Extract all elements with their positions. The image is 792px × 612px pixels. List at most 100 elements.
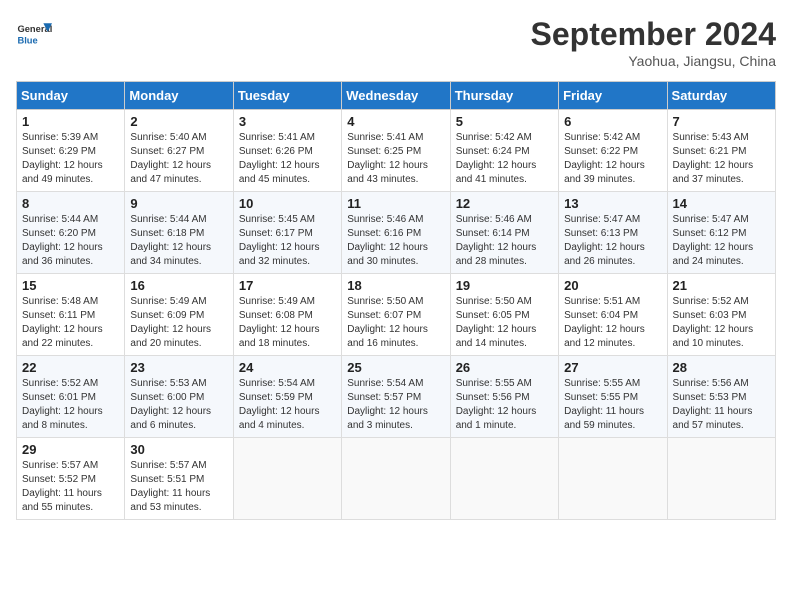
day-number: 2 bbox=[130, 114, 227, 129]
day-number: 28 bbox=[673, 360, 770, 375]
day-info: Sunrise: 5:41 AMSunset: 6:25 PMDaylight:… bbox=[347, 131, 444, 187]
day-number: 14 bbox=[673, 196, 770, 211]
day-number: 16 bbox=[130, 278, 227, 293]
location: Yaohua, Jiangsu, China bbox=[531, 53, 776, 69]
day-number: 23 bbox=[130, 360, 227, 375]
calendar-cell: 10 Sunrise: 5:45 AMSunset: 6:17 PMDayligh… bbox=[233, 192, 341, 274]
day-info: Sunrise: 5:52 AMSunset: 6:01 PMDaylight:… bbox=[22, 377, 119, 433]
col-friday: Friday bbox=[559, 82, 667, 110]
day-info: Sunrise: 5:52 AMSunset: 6:03 PMDaylight:… bbox=[673, 295, 770, 351]
day-number: 18 bbox=[347, 278, 444, 293]
day-info: Sunrise: 5:48 AMSunset: 6:11 PMDaylight:… bbox=[22, 295, 119, 351]
day-info: Sunrise: 5:55 AMSunset: 5:56 PMDaylight:… bbox=[456, 377, 553, 433]
title-block: September 2024 Yaohua, Jiangsu, China bbox=[531, 16, 776, 69]
day-info: Sunrise: 5:53 AMSunset: 6:00 PMDaylight:… bbox=[130, 377, 227, 433]
day-info: Sunrise: 5:49 AMSunset: 6:08 PMDaylight:… bbox=[239, 295, 336, 351]
day-info: Sunrise: 5:41 AMSunset: 6:26 PMDaylight:… bbox=[239, 131, 336, 187]
calendar-cell: 24Sunrise: 5:54 AMSunset: 5:59 PMDayligh… bbox=[233, 356, 341, 438]
day-info: Sunrise: 5:54 AMSunset: 5:59 PMDaylight:… bbox=[239, 377, 336, 433]
day-number: 21 bbox=[673, 278, 770, 293]
calendar-cell: 29 Sunrise: 5:57 AMSunset: 5:52 PMDayligh… bbox=[17, 438, 125, 520]
calendar-cell bbox=[450, 438, 558, 520]
day-info: Sunrise: 5:55 AMSunset: 5:55 PMDaylight:… bbox=[564, 377, 661, 433]
day-info: Sunrise: 5:57 AMSunset: 5:52 PMDaylight:… bbox=[22, 459, 119, 515]
day-number: 17 bbox=[239, 278, 336, 293]
calendar-cell: 15 Sunrise: 5:48 AMSunset: 6:11 PMDayligh… bbox=[17, 274, 125, 356]
col-thursday: Thursday bbox=[450, 82, 558, 110]
day-number: 20 bbox=[564, 278, 661, 293]
calendar-cell: 3 Sunrise: 5:41 AMSunset: 6:26 PMDaylight… bbox=[233, 110, 341, 192]
day-info: Sunrise: 5:50 AMSunset: 6:05 PMDaylight:… bbox=[456, 295, 553, 351]
calendar-cell: 30 Sunrise: 5:57 AMSunset: 5:51 PMDayligh… bbox=[125, 438, 233, 520]
day-number: 10 bbox=[239, 196, 336, 211]
day-number: 15 bbox=[22, 278, 119, 293]
day-number: 9 bbox=[130, 196, 227, 211]
calendar-cell bbox=[342, 438, 450, 520]
day-info: Sunrise: 5:39 AMSunset: 6:29 PMDaylight:… bbox=[22, 131, 119, 187]
calendar-table: Sunday Monday Tuesday Wednesday Thursday… bbox=[16, 81, 776, 520]
month-title: September 2024 bbox=[531, 16, 776, 53]
page-header: General Blue September 2024 Yaohua, Jian… bbox=[16, 16, 776, 69]
day-info: Sunrise: 5:46 AMSunset: 6:14 PMDaylight:… bbox=[456, 213, 553, 269]
day-info: Sunrise: 5:57 AMSunset: 5:51 PMDaylight:… bbox=[130, 459, 227, 515]
calendar-cell: 19 Sunrise: 5:50 AMSunset: 6:05 PMDayligh… bbox=[450, 274, 558, 356]
calendar-cell: 21 Sunrise: 5:52 AMSunset: 6:03 PMDayligh… bbox=[667, 274, 775, 356]
calendar-cell bbox=[667, 438, 775, 520]
day-number: 29 bbox=[22, 442, 119, 457]
day-number: 7 bbox=[673, 114, 770, 129]
calendar-cell: 17 Sunrise: 5:49 AMSunset: 6:08 PMDayligh… bbox=[233, 274, 341, 356]
col-sunday: Sunday bbox=[17, 82, 125, 110]
calendar-cell: 7 Sunrise: 5:43 AMSunset: 6:21 PMDaylight… bbox=[667, 110, 775, 192]
day-info: Sunrise: 5:45 AMSunset: 6:17 PMDaylight:… bbox=[239, 213, 336, 269]
day-info: Sunrise: 5:51 AMSunset: 6:04 PMDaylight:… bbox=[564, 295, 661, 351]
calendar-cell: 23 Sunrise: 5:53 AMSunset: 6:00 PMDayligh… bbox=[125, 356, 233, 438]
calendar-cell: 18 Sunrise: 5:50 AMSunset: 6:07 PMDayligh… bbox=[342, 274, 450, 356]
calendar-cell: 9Sunrise: 5:44 AMSunset: 6:18 PMDaylight… bbox=[125, 192, 233, 274]
day-number: 12 bbox=[456, 196, 553, 211]
calendar-cell: 12 Sunrise: 5:46 AMSunset: 6:14 PMDayligh… bbox=[450, 192, 558, 274]
calendar-cell: 26 Sunrise: 5:55 AMSunset: 5:56 PMDayligh… bbox=[450, 356, 558, 438]
day-number: 22 bbox=[22, 360, 119, 375]
col-tuesday: Tuesday bbox=[233, 82, 341, 110]
day-number: 27 bbox=[564, 360, 661, 375]
calendar-cell bbox=[233, 438, 341, 520]
day-info: Sunrise: 5:54 AMSunset: 5:57 PMDaylight:… bbox=[347, 377, 444, 433]
day-number: 4 bbox=[347, 114, 444, 129]
calendar-cell: 13Sunrise: 5:47 AMSunset: 6:13 PMDayligh… bbox=[559, 192, 667, 274]
day-info: Sunrise: 5:42 AMSunset: 6:24 PMDaylight:… bbox=[456, 131, 553, 187]
day-info: Sunrise: 5:56 AMSunset: 5:53 PMDaylight:… bbox=[673, 377, 770, 433]
calendar-cell: 22 Sunrise: 5:52 AMSunset: 6:01 PMDayligh… bbox=[17, 356, 125, 438]
calendar-cell: 28 Sunrise: 5:56 AMSunset: 5:53 PMDayligh… bbox=[667, 356, 775, 438]
calendar-cell: 11Sunrise: 5:46 AMSunset: 6:16 PMDayligh… bbox=[342, 192, 450, 274]
calendar-week-row: 8 Sunrise: 5:44 AMSunset: 6:20 PMDaylight… bbox=[17, 192, 776, 274]
day-info: Sunrise: 5:42 AMSunset: 6:22 PMDaylight:… bbox=[564, 131, 661, 187]
day-number: 19 bbox=[456, 278, 553, 293]
day-info: Sunrise: 5:47 AMSunset: 6:13 PMDaylight:… bbox=[564, 213, 661, 269]
day-info: Sunrise: 5:46 AMSunset: 6:16 PMDaylight:… bbox=[347, 213, 444, 269]
col-wednesday: Wednesday bbox=[342, 82, 450, 110]
day-number: 26 bbox=[456, 360, 553, 375]
calendar-cell: 25Sunrise: 5:54 AMSunset: 5:57 PMDayligh… bbox=[342, 356, 450, 438]
day-number: 3 bbox=[239, 114, 336, 129]
day-number: 30 bbox=[130, 442, 227, 457]
day-info: Sunrise: 5:44 AMSunset: 6:20 PMDaylight:… bbox=[22, 213, 119, 269]
day-info: Sunrise: 5:50 AMSunset: 6:07 PMDaylight:… bbox=[347, 295, 444, 351]
day-info: Sunrise: 5:40 AMSunset: 6:27 PMDaylight:… bbox=[130, 131, 227, 187]
day-info: Sunrise: 5:47 AMSunset: 6:12 PMDaylight:… bbox=[673, 213, 770, 269]
day-number: 1 bbox=[22, 114, 119, 129]
day-number: 6 bbox=[564, 114, 661, 129]
col-saturday: Saturday bbox=[667, 82, 775, 110]
calendar-cell: 1 Sunrise: 5:39 AMSunset: 6:29 PMDaylight… bbox=[17, 110, 125, 192]
calendar-cell: 20 Sunrise: 5:51 AMSunset: 6:04 PMDayligh… bbox=[559, 274, 667, 356]
calendar-cell: 4 Sunrise: 5:41 AMSunset: 6:25 PMDaylight… bbox=[342, 110, 450, 192]
calendar-header-row: Sunday Monday Tuesday Wednesday Thursday… bbox=[17, 82, 776, 110]
calendar-cell: 14 Sunrise: 5:47 AMSunset: 6:12 PMDayligh… bbox=[667, 192, 775, 274]
calendar-cell: 8 Sunrise: 5:44 AMSunset: 6:20 PMDaylight… bbox=[17, 192, 125, 274]
logo-icon: General Blue bbox=[16, 16, 52, 52]
col-monday: Monday bbox=[125, 82, 233, 110]
day-number: 8 bbox=[22, 196, 119, 211]
calendar-cell: 16Sunrise: 5:49 AMSunset: 6:09 PMDayligh… bbox=[125, 274, 233, 356]
calendar-week-row: 22 Sunrise: 5:52 AMSunset: 6:01 PMDayligh… bbox=[17, 356, 776, 438]
calendar-week-row: 1 Sunrise: 5:39 AMSunset: 6:29 PMDaylight… bbox=[17, 110, 776, 192]
day-info: Sunrise: 5:43 AMSunset: 6:21 PMDaylight:… bbox=[673, 131, 770, 187]
